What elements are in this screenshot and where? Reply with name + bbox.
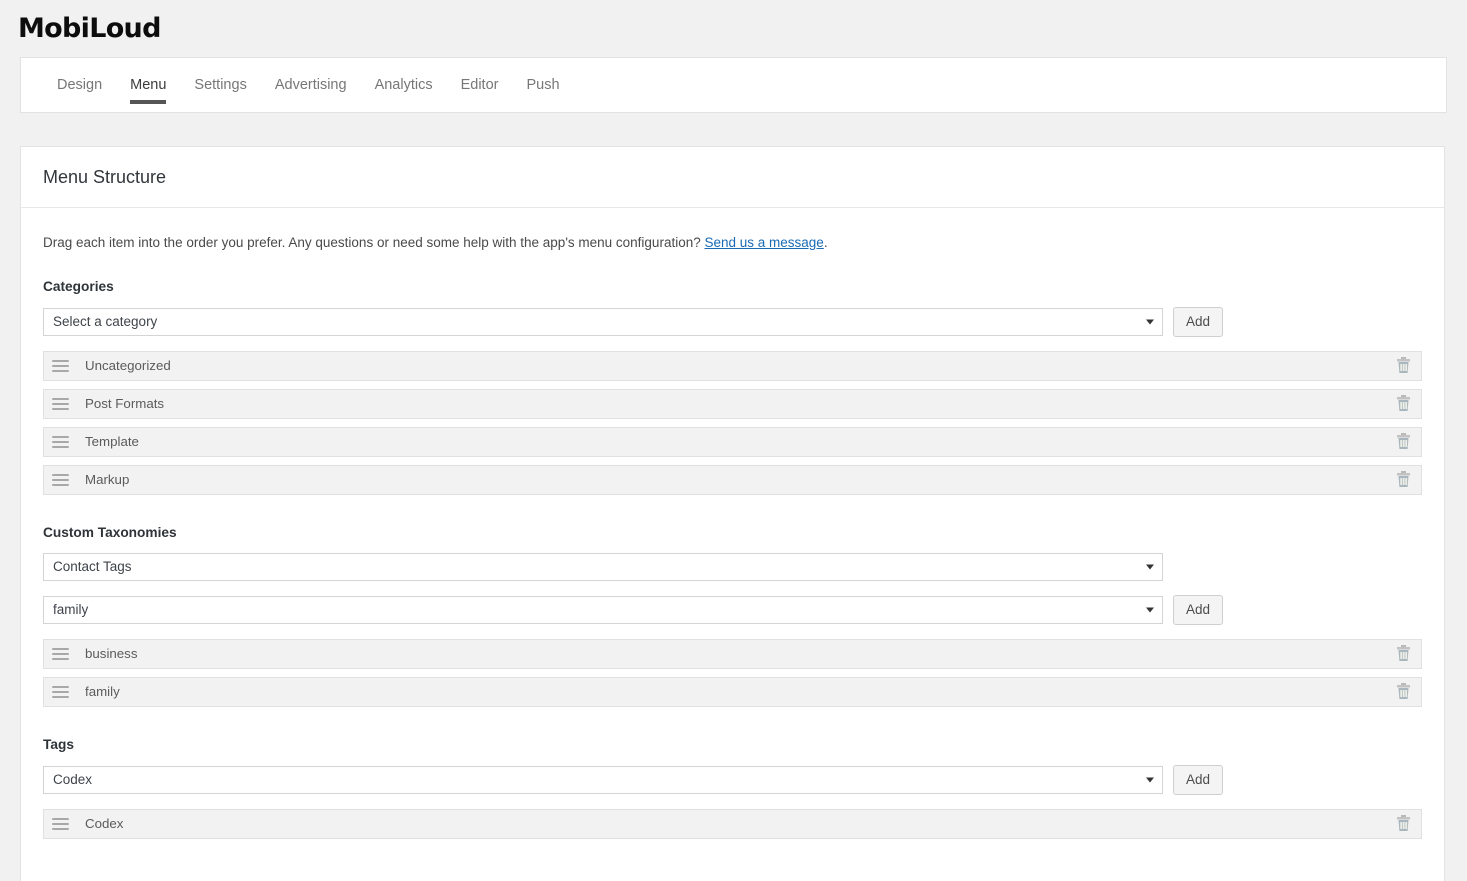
taxonomy-select-row: Contact Tags <box>43 552 1422 581</box>
categories-section-label: Categories <box>43 278 114 294</box>
panel-body: Drag each item into the order you prefer… <box>21 208 1444 871</box>
taxonomy-select-value: Contact Tags <box>53 559 132 575</box>
brand-bar: MobiLoud <box>0 0 1467 57</box>
drag-handle-icon[interactable] <box>52 647 69 660</box>
add-tag-button[interactable]: Add <box>1173 764 1224 795</box>
chevron-down-icon <box>1146 564 1154 570</box>
tab-push[interactable]: Push <box>512 58 573 112</box>
delete-icon[interactable] <box>1396 815 1411 832</box>
add-taxonomy-term-button[interactable]: Add <box>1173 594 1224 625</box>
list-item-left: Post Formats <box>52 396 164 411</box>
custom-taxonomies-list: business family <box>43 638 1422 707</box>
list-item[interactable]: business <box>43 638 1422 669</box>
drag-handle-icon[interactable] <box>52 473 69 486</box>
list-item-label: family <box>85 684 120 700</box>
chevron-down-icon <box>1146 319 1154 325</box>
list-item-left: Uncategorized <box>52 358 171 373</box>
mobiloud-logo: MobiLoud <box>18 13 161 44</box>
tab-design[interactable]: Design <box>43 58 116 112</box>
instructions-text: Drag each item into the order you prefer… <box>43 234 1422 253</box>
delete-icon[interactable] <box>1396 395 1411 412</box>
tab-label: Design <box>57 77 103 93</box>
drag-handle-icon[interactable] <box>52 435 69 448</box>
drag-handle-icon[interactable] <box>52 685 69 698</box>
list-item-left: Codex <box>52 816 123 831</box>
instructions-lead: Drag each item into the order you prefer… <box>43 235 705 250</box>
list-item[interactable]: family <box>43 676 1422 707</box>
tags-section-label: Tags <box>43 736 74 752</box>
tab-label: Push <box>526 77 560 93</box>
list-item[interactable]: Post Formats <box>43 388 1422 419</box>
custom-taxonomies-section-label: Custom Taxonomies <box>43 524 177 540</box>
taxonomy-term-select-value: family <box>53 602 89 618</box>
list-item-label: Markup <box>85 472 130 488</box>
tab-advertising[interactable]: Advertising <box>261 58 361 112</box>
list-item-left: family <box>52 684 120 699</box>
category-select[interactable]: Select a category <box>43 307 1163 336</box>
chevron-down-icon <box>1146 607 1154 613</box>
delete-icon[interactable] <box>1396 471 1411 488</box>
list-item-left: Markup <box>52 472 129 487</box>
tab-label: Settings <box>194 77 247 93</box>
tab-analytics[interactable]: Analytics <box>361 58 447 112</box>
drag-handle-icon[interactable] <box>52 397 69 410</box>
menu-structure-panel: Menu Structure Drag each item into the o… <box>20 146 1445 881</box>
tab-label: Advertising <box>274 77 347 93</box>
list-item-label: Template <box>85 434 139 450</box>
list-item-label: Post Formats <box>85 396 165 412</box>
tab-settings[interactable]: Settings <box>180 58 260 112</box>
delete-icon[interactable] <box>1396 357 1411 374</box>
add-category-button[interactable]: Add <box>1173 306 1224 337</box>
list-item-left: business <box>52 646 137 661</box>
list-item-label: business <box>85 646 138 662</box>
tab-label: Editor <box>460 77 499 93</box>
taxonomy-term-select-row: family Add <box>43 594 1422 625</box>
list-item[interactable]: Template <box>43 426 1422 457</box>
list-item-label: Uncategorized <box>85 358 171 374</box>
delete-icon[interactable] <box>1396 433 1411 450</box>
tab-editor[interactable]: Editor <box>447 58 513 112</box>
drag-handle-icon[interactable] <box>52 817 69 830</box>
tab-label: Menu <box>130 77 167 93</box>
tab-menu[interactable]: Menu <box>116 58 180 112</box>
list-item-left: Template <box>52 434 139 449</box>
chevron-down-icon <box>1146 777 1154 783</box>
tags-list: Codex <box>43 808 1422 839</box>
delete-icon[interactable] <box>1396 645 1411 662</box>
list-item[interactable]: Uncategorized <box>43 350 1422 381</box>
page-title: Menu Structure <box>43 167 167 187</box>
delete-icon[interactable] <box>1396 683 1411 700</box>
list-item[interactable]: Markup <box>43 464 1422 495</box>
panel-header: Menu Structure <box>21 147 1444 208</box>
list-item-label: Codex <box>85 816 124 832</box>
tag-select[interactable]: Codex <box>43 765 1163 794</box>
drag-handle-icon[interactable] <box>52 359 69 372</box>
instructions-tail: . <box>823 235 828 250</box>
tab-label: Analytics <box>374 77 433 93</box>
tag-select-value: Codex <box>53 772 93 788</box>
send-us-a-message-link[interactable]: Send us a message <box>704 235 823 250</box>
category-select-value: Select a category <box>53 314 158 330</box>
taxonomy-select[interactable]: Contact Tags <box>43 552 1163 581</box>
categories-select-row: Select a category Add <box>43 306 1422 337</box>
categories-list: Uncategorized Post Formats Template Mark… <box>43 350 1422 495</box>
list-item[interactable]: Codex <box>43 808 1422 839</box>
main-tab-bar: Design Menu Settings Advertising Analyti… <box>20 57 1447 113</box>
tags-select-row: Codex Add <box>43 764 1422 795</box>
taxonomy-term-select[interactable]: family <box>43 595 1163 624</box>
